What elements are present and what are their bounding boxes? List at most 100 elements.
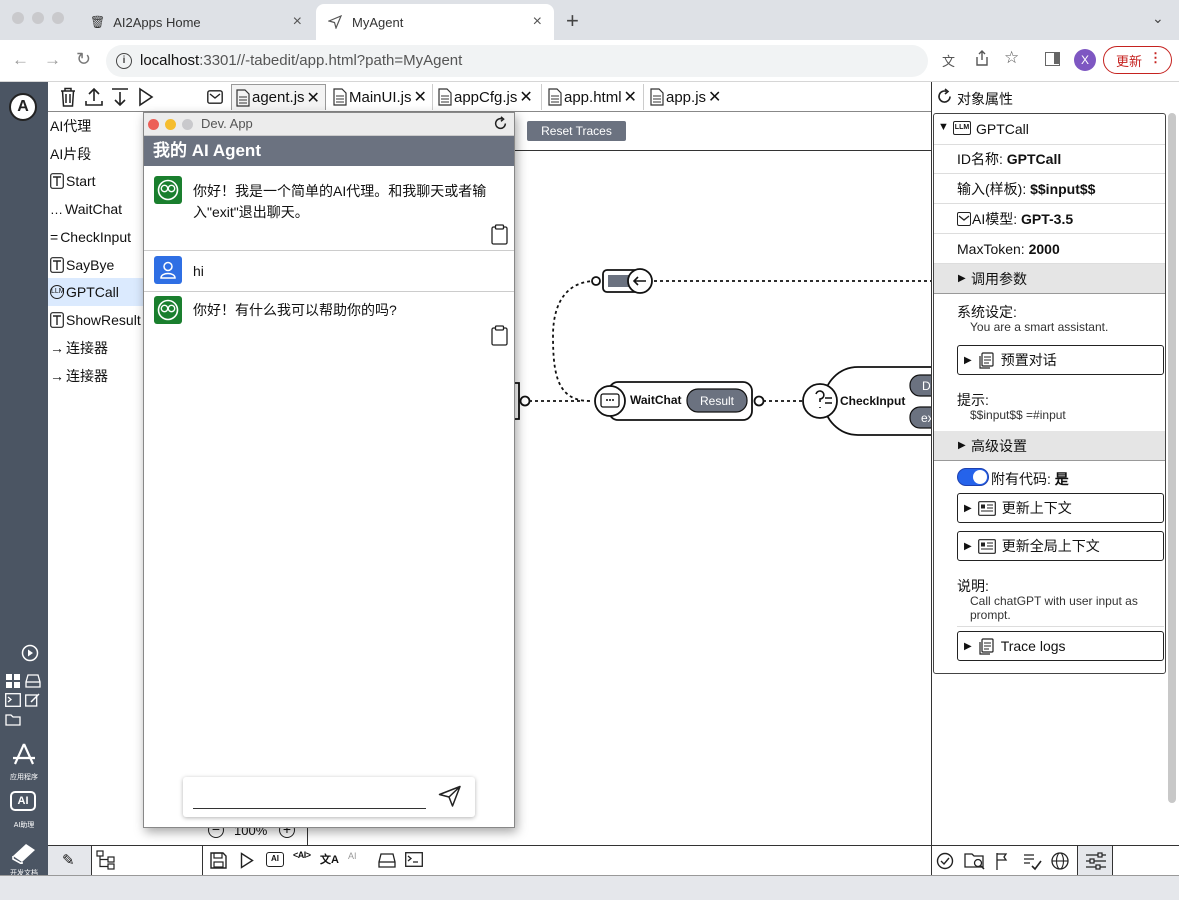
update-context-button[interactable]: ▶ 更新上下文 <box>957 493 1164 523</box>
browser-tab-ai2apps-home[interactable]: 🗑 AI2Apps Home × <box>78 4 314 40</box>
save-icon[interactable] <box>210 852 227 869</box>
dev-zoom-dot[interactable] <box>182 119 193 130</box>
app-store-icon[interactable] <box>11 742 37 768</box>
checkbox-icon[interactable] <box>957 211 971 226</box>
ai-prompt-icon[interactable]: <AI> <box>293 850 311 860</box>
app-logo[interactable]: A <box>9 93 37 121</box>
clipboard-icon[interactable] <box>491 325 508 346</box>
reload-icon[interactable]: ↻ <box>76 49 91 70</box>
exit-port-label[interactable]: ex <box>921 411 931 425</box>
side-panel-icon[interactable] <box>1045 52 1060 66</box>
clipboard-icon[interactable] <box>491 224 508 245</box>
dev-close-dot[interactable] <box>148 119 159 130</box>
dev-app-titlebar[interactable]: Dev. App <box>144 113 514 136</box>
dev-minimize-dot[interactable] <box>165 119 176 130</box>
mail-icon[interactable] <box>207 90 223 104</box>
ai-assistant-label: AI助理 <box>13 822 35 829</box>
play-icon[interactable] <box>240 852 254 869</box>
window-close-dot[interactable] <box>12 12 24 24</box>
prop-input[interactable]: 输入(样板): $$input$$ <box>934 174 1165 204</box>
tab-title: AI2Apps Home <box>113 14 201 30</box>
globe-icon[interactable] <box>1050 851 1070 871</box>
browser-update-button[interactable]: 更新 ⋮ <box>1103 46 1172 74</box>
download-icon[interactable] <box>110 87 130 107</box>
flags-icon[interactable] <box>994 851 1014 871</box>
drive-icon[interactable] <box>25 674 41 688</box>
upload-icon[interactable] <box>84 87 104 107</box>
default-port-label[interactable]: D <box>922 379 931 393</box>
back-icon[interactable]: ← <box>12 50 29 70</box>
terminal-icon[interactable] <box>5 693 21 707</box>
refresh-icon[interactable] <box>936 88 953 105</box>
check-clock-icon[interactable] <box>936 852 956 872</box>
update-global-context-button[interactable]: ▶ 更新全局上下文 <box>957 531 1164 561</box>
system-value[interactable]: You are a smart assistant. <box>970 320 1108 334</box>
waitchat-node-label[interactable]: WaitChat <box>630 393 682 407</box>
new-tab-icon[interactable]: + <box>566 8 579 34</box>
prompt-value[interactable]: $$input$$ =#input <box>970 408 1066 422</box>
prop-maxtoken[interactable]: MaxToken: 2000 <box>934 234 1165 264</box>
docs-book-icon[interactable] <box>10 840 38 864</box>
chat-message-ai: 你好！我是一个简单的AI代理。和我聊天或者输入"exit"退出聊天。 <box>144 166 514 251</box>
profile-avatar[interactable]: X <box>1074 49 1096 71</box>
forward-icon[interactable]: → <box>44 50 61 70</box>
window-zoom-dot[interactable] <box>52 12 64 24</box>
code-toggle[interactable] <box>957 468 989 486</box>
result-port-label[interactable]: Result <box>687 394 747 408</box>
chat-input-field[interactable] <box>193 808 426 809</box>
search-folder-icon[interactable] <box>964 851 986 871</box>
run-icon[interactable] <box>138 87 154 107</box>
dev-reload-icon[interactable] <box>493 116 508 131</box>
prompt-label: 提示: <box>957 392 989 408</box>
info-icon[interactable]: i <box>116 53 132 69</box>
close-tab-icon[interactable]: ✕ <box>414 87 427 107</box>
share-icon[interactable] <box>975 50 989 66</box>
prop-id[interactable]: ID名称: GPTCall <box>934 144 1165 174</box>
close-tab-icon[interactable]: × <box>533 13 542 31</box>
tab-search-chevron-icon[interactable]: ⌄ <box>1152 10 1164 27</box>
section-call-params[interactable]: ▶ 调用参数 <box>934 264 1165 294</box>
browser-tab-myagent[interactable]: MyAgent × <box>316 4 554 40</box>
close-tab-icon[interactable]: ✕ <box>708 87 721 107</box>
prop-model[interactable]: AI模型: GPT-3.5 <box>934 204 1165 234</box>
tab-app-js[interactable]: app.js ✕ <box>646 84 728 110</box>
properties-scrollbar[interactable] <box>1168 113 1176 803</box>
window-minimize-dot[interactable] <box>32 12 44 24</box>
send-icon[interactable] <box>438 785 462 807</box>
close-tab-icon[interactable]: × <box>293 13 302 31</box>
tab-app-html[interactable]: app.html ✕ <box>544 84 644 110</box>
translate-icon[interactable]: 文 <box>942 51 955 70</box>
tab-appcfg-js[interactable]: appCfg.js ✕ <box>434 84 542 110</box>
preset-dialog-button[interactable]: ▶ 预置对话 <box>957 345 1164 375</box>
trace-logs-button[interactable]: ▶ Trace logs <box>957 631 1164 661</box>
ai-assistant-icon[interactable]: AI <box>10 791 36 811</box>
edit-icon[interactable] <box>25 693 41 707</box>
reset-traces-button[interactable]: Reset Traces <box>527 121 626 141</box>
hierarchy-icon[interactable] <box>96 850 116 870</box>
expand-triangle-icon: ▶ <box>964 354 972 366</box>
description-value[interactable]: Call chatGPT with user input as prompt. <box>970 594 1150 622</box>
checklist-icon[interactable] <box>1022 851 1042 871</box>
drive-icon[interactable] <box>378 853 396 868</box>
terminal-icon[interactable] <box>405 852 423 867</box>
close-tab-icon[interactable]: ✕ <box>624 87 637 107</box>
bookmark-star-icon[interactable]: ☆ <box>1004 48 1019 68</box>
collapse-triangle-icon[interactable]: ▼ <box>938 121 949 133</box>
tab-mainui-js[interactable]: MainUI.js ✕ <box>329 84 433 110</box>
system-label: 系统设定: <box>957 304 1017 320</box>
checkinput-node-label[interactable]: CheckInput <box>840 394 905 408</box>
play-circle-icon[interactable] <box>21 644 39 662</box>
folder-icon[interactable] <box>5 713 21 726</box>
tree-mode-button[interactable]: ✎ <box>48 846 92 875</box>
translate-ai-icon[interactable]: 文A <box>320 851 339 867</box>
address-bar[interactable]: i localhost:3301//-tabedit/app.html?path… <box>106 45 928 77</box>
section-advanced[interactable]: ▶ 高级设置 <box>934 431 1165 461</box>
settings-sliders-button[interactable] <box>1077 846 1113 875</box>
tab-agent-js[interactable]: agent.js ✕ <box>231 84 326 110</box>
tree-label: AI代理 <box>50 118 92 134</box>
trash-icon[interactable] <box>59 87 77 107</box>
grid-icon[interactable] <box>6 674 20 688</box>
close-tab-icon[interactable]: ✕ <box>307 88 320 108</box>
ai-tool-icon[interactable]: AI <box>266 852 284 867</box>
close-tab-icon[interactable]: ✕ <box>519 87 532 107</box>
